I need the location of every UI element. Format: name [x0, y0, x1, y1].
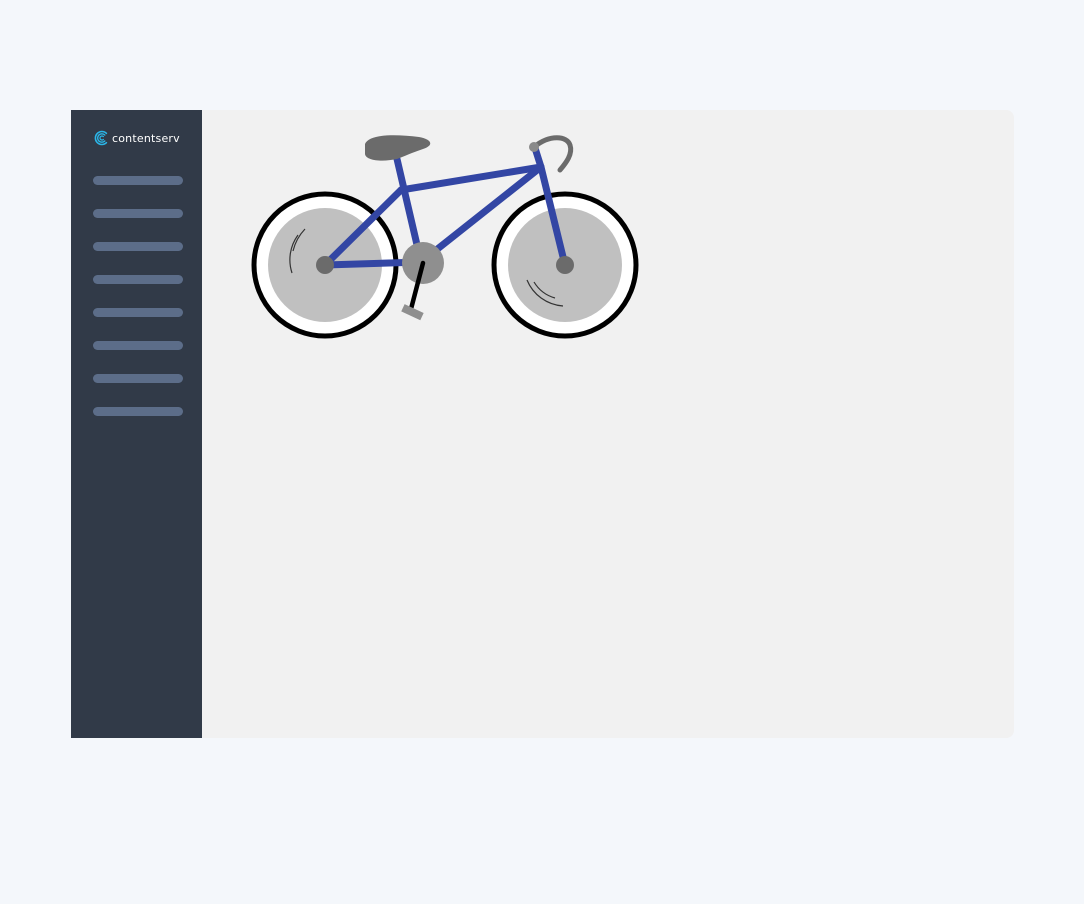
sidebar-item-8[interactable] — [93, 407, 183, 416]
brand[interactable]: contentserv — [93, 128, 180, 148]
sidebar-item-7[interactable] — [93, 374, 183, 383]
main-content — [202, 110, 1014, 738]
sidebar-nav — [93, 176, 183, 440]
sidebar-item-4[interactable] — [93, 275, 183, 284]
pedal-crank — [401, 242, 444, 321]
sidebar-item-2[interactable] — [93, 209, 183, 218]
sidebar-item-5[interactable] — [93, 308, 183, 317]
bicycle-icon — [251, 135, 639, 339]
front-hub — [556, 256, 574, 274]
sidebar-item-3[interactable] — [93, 242, 183, 251]
bike-seat — [365, 135, 431, 161]
sidebar: contentserv — [71, 110, 202, 738]
sidebar-item-1[interactable] — [93, 176, 183, 185]
contentserv-logo-icon — [94, 130, 108, 146]
app-window: contentserv — [71, 110, 1014, 738]
rear-hub — [316, 256, 334, 274]
brand-name: contentserv — [112, 131, 180, 145]
sidebar-item-6[interactable] — [93, 341, 183, 350]
